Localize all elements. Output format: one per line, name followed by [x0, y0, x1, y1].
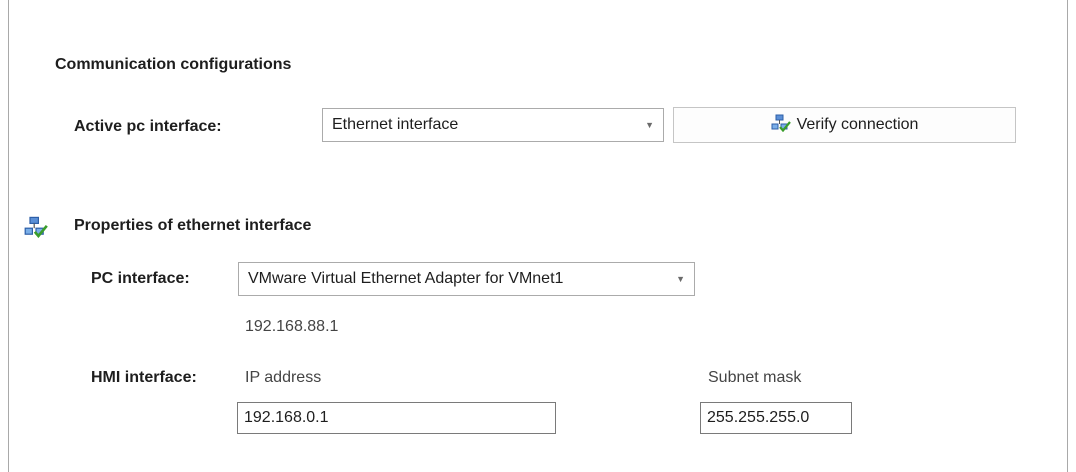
network-check-icon [771, 114, 791, 137]
verify-connection-label: Verify connection [796, 116, 919, 133]
subnet-mask-field[interactable]: 255.255.255.0 [700, 402, 852, 434]
active-interface-label: Active pc interface: [74, 118, 222, 135]
ip-address-field[interactable]: 192.168.0.1 [237, 402, 556, 434]
chevron-down-icon: ▼ [645, 120, 654, 130]
pc-interface-select[interactable]: VMware Virtual Ethernet Adapter for VMne… [238, 262, 695, 296]
section-title: Communication configurations [55, 56, 292, 73]
properties-title: Properties of ethernet interface [74, 217, 312, 234]
network-check-icon [24, 216, 48, 243]
pc-interface-value: VMware Virtual Ethernet Adapter for VMne… [248, 270, 564, 287]
hmi-interface-label: HMI interface: [91, 369, 197, 386]
subnet-mask-label: Subnet mask [708, 369, 802, 386]
pc-interface-label: PC interface: [91, 270, 190, 287]
pc-ip-address: 192.168.88.1 [245, 318, 339, 335]
active-interface-select[interactable]: Ethernet interface ▼ [322, 108, 664, 142]
verify-connection-button[interactable]: Verify connection [673, 107, 1016, 143]
chevron-down-icon: ▼ [676, 274, 685, 284]
active-interface-value: Ethernet interface [332, 116, 459, 133]
ip-address-label: IP address [245, 369, 322, 386]
